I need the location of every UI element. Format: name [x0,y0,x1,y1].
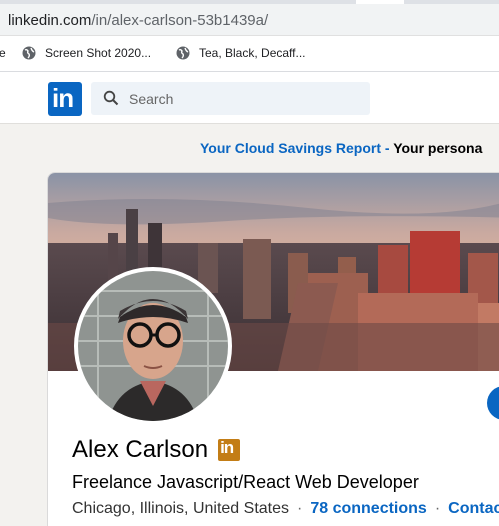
connections-link[interactable]: 78 connections [310,500,426,517]
profile-location: Chicago, Illinois, United States [72,500,289,517]
profile-meta: Chicago, Illinois, United States · 78 conn… [72,500,499,518]
bookmark-item-tea[interactable]: Tea, Black, Decaff... [176,46,306,60]
bookmark-label: e [0,46,6,60]
bookmark-label: Screen Shot 2020... [45,46,152,60]
bookmark-label: Tea, Black, Decaff... [199,46,306,60]
search-icon [103,90,119,106]
ad-text: Your persona [393,140,483,156]
search-box[interactable] [91,82,370,115]
contact-info-link[interactable]: Contac [448,500,499,517]
profile-name-row: Alex Carlson in [72,436,241,464]
bookmark-item-screenshot[interactable]: Screen Shot 2020... [22,46,151,60]
url-host: linkedin.com [8,12,92,29]
profile-name: Alex Carlson [72,436,209,463]
badge-text: in [220,438,234,457]
ad-banner[interactable]: Your Cloud Savings Report - Your persona [200,140,482,156]
search-input[interactable] [129,82,359,115]
url-path: /in/alex-carlson-53b1439a/ [91,12,269,29]
url-text[interactable]: linkedin.com/in/alex-carlson-53b1439a/ [8,12,268,29]
bookmark-item-partial[interactable]: e [0,46,6,60]
logo-text: in [52,83,74,113]
bookmarks-bar: e Screen Shot 2020... Tea, Black, Decaff… [0,36,499,72]
avatar-photo [78,271,228,421]
globe-icon [22,46,36,60]
ad-link[interactable]: Your Cloud Savings Report [200,140,381,156]
profile-headline: Freelance Javascript/React Web Developer [72,472,419,492]
linkedin-header: in [0,72,499,124]
separator-dot: · [434,500,441,517]
address-bar[interactable]: linkedin.com/in/alex-carlson-53b1439a/ [0,4,499,36]
separator-dot: · [297,500,303,517]
linkedin-premium-icon[interactable]: in [218,438,241,461]
globe-icon [176,46,190,60]
ad-separator: - [380,140,394,156]
profile-avatar[interactable] [74,267,232,425]
linkedin-logo[interactable]: in [48,82,82,116]
